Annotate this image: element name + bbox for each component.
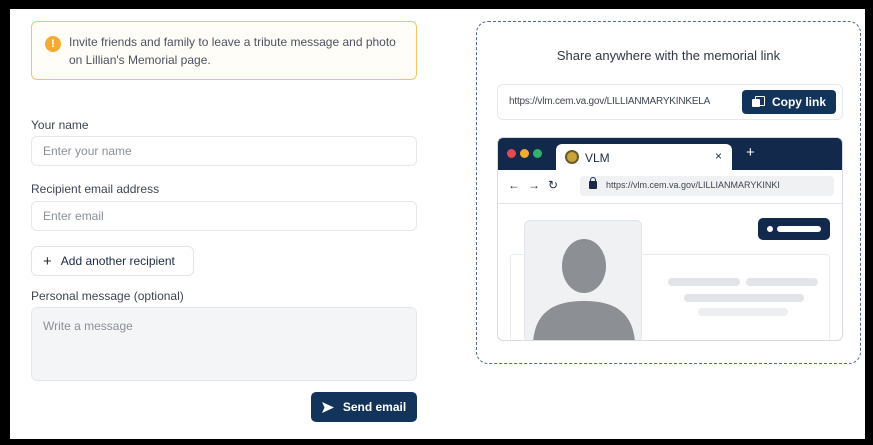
reload-icon: ↻	[548, 178, 559, 192]
notice-line-1: Invite friends and family to leave a tri…	[69, 35, 396, 49]
memorial-link-text[interactable]: https://vlm.cem.va.gov/LILLIANMARYKINKEL…	[509, 96, 710, 107]
copy-link-label: Copy link	[771, 95, 826, 109]
new-tab-icon: +	[746, 144, 755, 161]
email-input[interactable]	[31, 201, 417, 231]
preview-line	[698, 308, 788, 316]
window-close-dot	[507, 149, 516, 158]
share-title: Share anywhere with the memorial link	[556, 48, 781, 63]
name-label: Your name	[31, 118, 89, 132]
back-arrow-icon: ←	[508, 178, 520, 192]
window-maximize-dot	[533, 149, 542, 158]
notice-line-2: on Lillian's Memorial page.	[69, 53, 211, 67]
browser-tab: VLM ×	[556, 144, 732, 171]
avatar-placeholder-icon	[524, 220, 642, 340]
share-panel: Share anywhere with the memorial link ht…	[476, 21, 861, 364]
copy-link-button[interactable]: Copy link	[742, 90, 836, 114]
send-email-button[interactable]: Send email	[311, 392, 417, 422]
preview-line	[746, 278, 818, 286]
tab-title: VLM	[585, 151, 610, 165]
browser-navbar: ← → ↻ https://vlm.cem.va.gov/LILLIANMARY…	[498, 170, 842, 204]
invite-page: ! Invite friends and family to leave a t…	[10, 9, 865, 439]
window-minimize-dot	[520, 149, 529, 158]
info-icon: !	[45, 36, 61, 52]
copy-icon	[751, 96, 765, 108]
browser-titlebar: VLM × +	[498, 138, 842, 171]
notice-text: Invite friends and family to leave a tri…	[69, 33, 409, 69]
lock-icon	[589, 177, 597, 189]
email-label: Recipient email address	[31, 182, 160, 196]
address-bar: https://vlm.cem.va.gov/LILLIANMARYKINKI	[580, 176, 834, 196]
vlm-logo-icon	[565, 150, 579, 164]
name-input[interactable]	[31, 136, 417, 166]
plus-icon: +	[43, 252, 52, 270]
message-textarea[interactable]	[31, 307, 417, 381]
tab-close-icon: ×	[714, 149, 722, 163]
address-url: https://vlm.cem.va.gov/LILLIANMARYKINKI	[606, 180, 780, 190]
send-arrow-icon	[321, 401, 334, 413]
add-recipient-button[interactable]: + Add another recipient	[31, 246, 194, 276]
send-email-label: Send email	[342, 400, 407, 414]
preview-button-placeholder	[758, 218, 830, 240]
message-label: Personal message (optional)	[31, 289, 184, 303]
invite-notice: ! Invite friends and family to leave a t…	[31, 21, 417, 80]
browser-preview: VLM × + ← → ↻ https://vlm.cem.va.gov/LIL…	[497, 137, 843, 341]
preview-line	[684, 294, 804, 302]
memorial-link-box: https://vlm.cem.va.gov/LILLIANMARYKINKEL…	[497, 84, 843, 120]
preview-line	[668, 278, 740, 286]
add-recipient-label: Add another recipient	[60, 254, 175, 268]
forward-arrow-icon: →	[528, 178, 540, 192]
